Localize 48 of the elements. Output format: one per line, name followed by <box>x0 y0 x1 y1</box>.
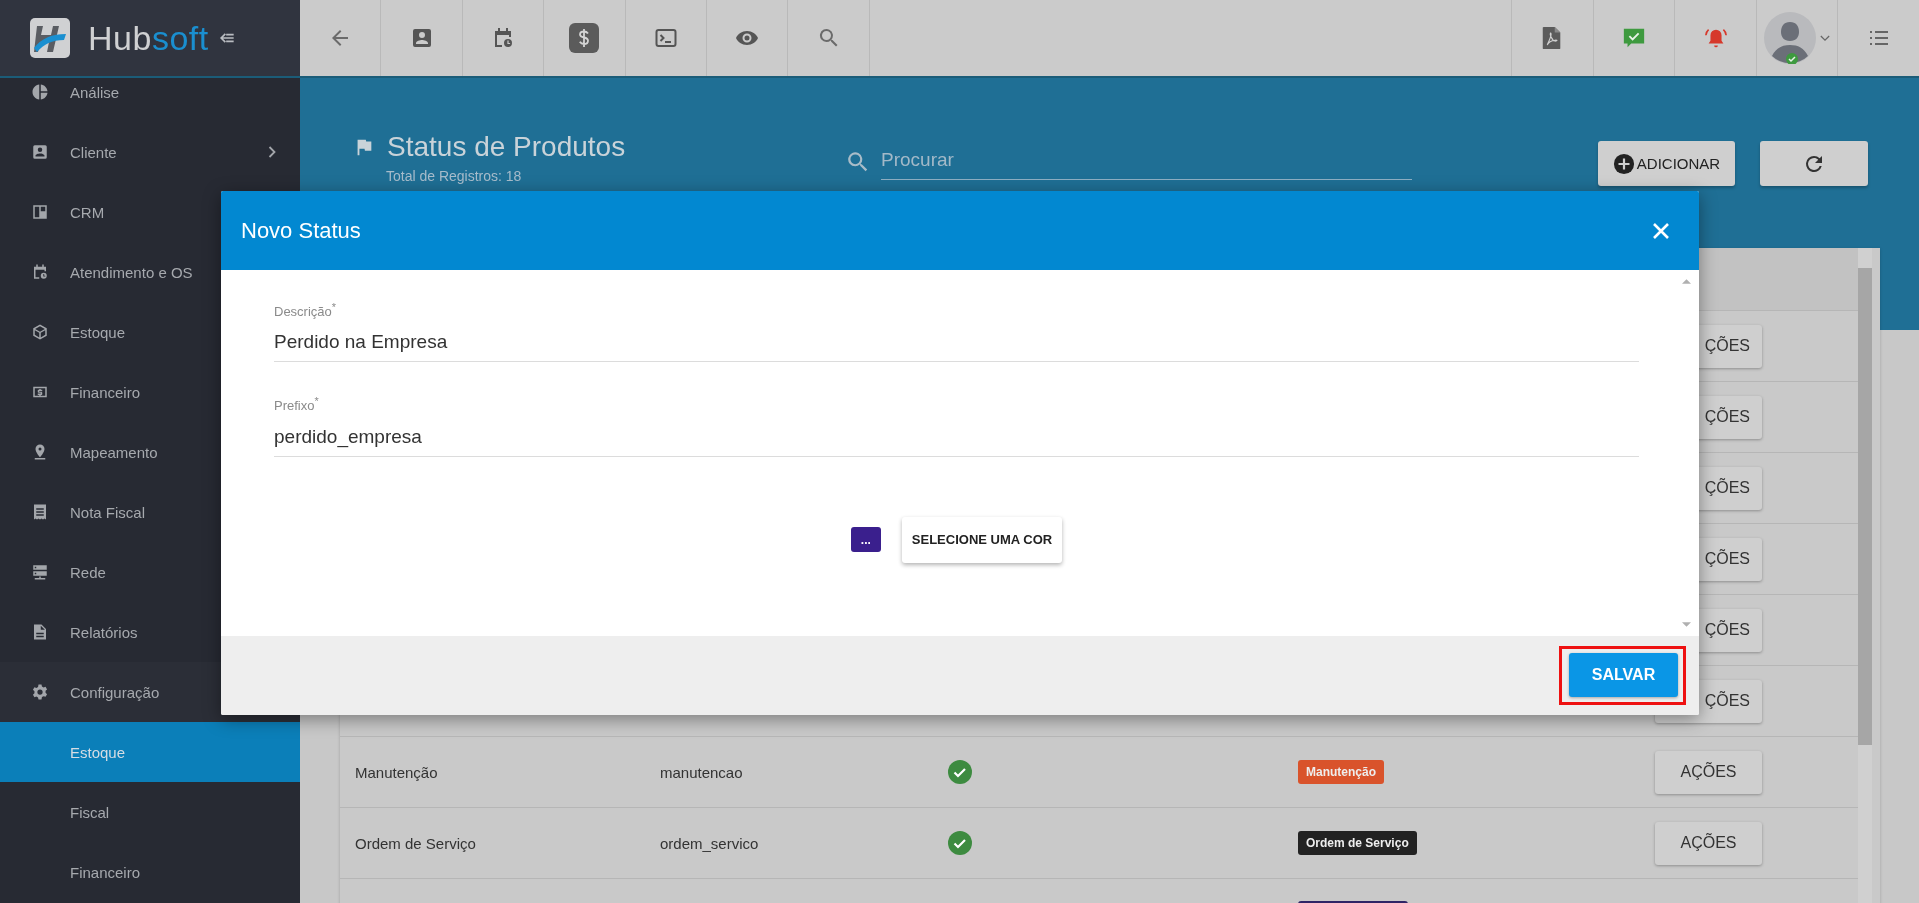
refresh-button[interactable] <box>1760 141 1868 186</box>
dollar-icon[interactable] <box>569 23 600 53</box>
status-tag: Ordem de Serviço <box>1298 831 1417 855</box>
text-field[interactable]: Descrição$^{*}$ Perdido na Empresa <box>274 298 1639 363</box>
document-icon <box>31 623 49 641</box>
color-swatch-button[interactable]: ... <box>850 527 881 553</box>
actions-button[interactable]: AÇÕES <box>1655 750 1762 794</box>
scroll-up-icon[interactable] <box>1681 278 1691 284</box>
sidebar-item[interactable]: Cliente <box>0 122 300 182</box>
page-title: Status de Produtos <box>387 130 626 164</box>
search-field[interactable]: Procurar <box>881 143 1412 180</box>
terminal-icon[interactable] <box>653 26 678 50</box>
table-cell: ordem_servico <box>660 834 759 852</box>
add-button[interactable]: ADICIONAR <box>1598 141 1735 186</box>
scrollbar[interactable] <box>1858 248 1872 903</box>
cube-icon <box>31 323 49 341</box>
sidebar-subitem[interactable]: Financeiro <box>0 842 300 902</box>
calendar-clock-icon <box>31 263 49 281</box>
sidebar-item[interactable]: Relatórios <box>0 602 300 662</box>
pie-chart-icon <box>31 83 49 101</box>
table-cell: Manutenção <box>355 763 438 781</box>
actions-button[interactable]: AÇÕES <box>1655 821 1762 865</box>
sidebar-subitem[interactable]: Estoque <box>0 722 300 782</box>
sidebar-subitem[interactable]: Fiscal <box>0 782 300 842</box>
chevron-right-icon <box>268 146 276 158</box>
sidebar-item[interactable]: Rede <box>0 542 300 602</box>
scroll-down-icon[interactable] <box>1681 622 1691 628</box>
record-count: Total de Registros: 18 <box>386 168 523 184</box>
dialog-title: Novo Status <box>241 217 361 244</box>
table-cell: Ordem de Serviço <box>355 834 476 852</box>
receipt-icon <box>31 503 49 521</box>
contact-card-icon <box>31 143 49 161</box>
save-button[interactable]: SALVAR <box>1569 653 1678 697</box>
sidebar-item[interactable]: Análise <box>0 78 300 122</box>
select-color-button[interactable]: SELECIONE UMA COR <box>901 516 1063 563</box>
settings-icon <box>31 683 49 701</box>
status-tag: Manutenção <box>1298 760 1384 784</box>
plus-circle-icon <box>1612 152 1635 175</box>
user-avatar[interactable] <box>1764 12 1817 64</box>
table-cell: manutencao <box>660 763 743 781</box>
caret-icon[interactable] <box>1820 34 1831 42</box>
logo-text: Hubsoft <box>88 18 209 58</box>
sidebar-item[interactable]: Nota Fiscal <box>0 482 300 542</box>
server-icon <box>31 563 49 581</box>
board-icon <box>31 203 49 221</box>
text-field[interactable]: Prefixo$^{*}$ perdido_empresa <box>274 392 1639 457</box>
logo-icon <box>30 18 70 58</box>
close-icon[interactable] <box>1651 220 1671 241</box>
